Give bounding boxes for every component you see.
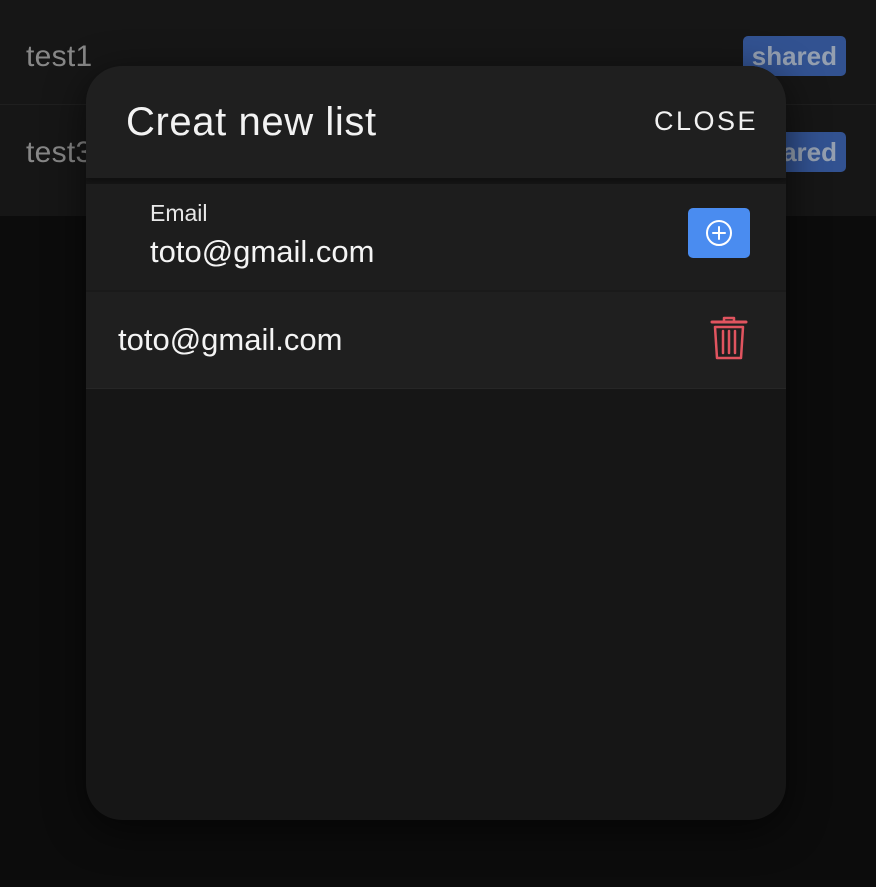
email-field[interactable]: [150, 232, 570, 272]
modal-header: Creat new list CLOSE: [86, 66, 786, 178]
delete-email-button[interactable]: [708, 314, 750, 364]
shared-email-text: toto@gmail.com: [118, 322, 343, 357]
modal-title: Creat new list: [126, 100, 377, 144]
create-list-modal: Creat new list CLOSE Email toto@gmail.co…: [86, 66, 786, 820]
email-field-row: Email: [86, 184, 786, 290]
add-email-button[interactable]: [688, 208, 750, 258]
close-button[interactable]: CLOSE: [654, 106, 758, 137]
trash-icon: [708, 315, 750, 364]
email-field-label: Email: [150, 200, 208, 226]
plus-circle-icon: [704, 218, 734, 248]
page: test1 shared test3 shared Creat new list…: [0, 0, 876, 887]
shared-email-row: toto@gmail.com: [86, 292, 786, 389]
